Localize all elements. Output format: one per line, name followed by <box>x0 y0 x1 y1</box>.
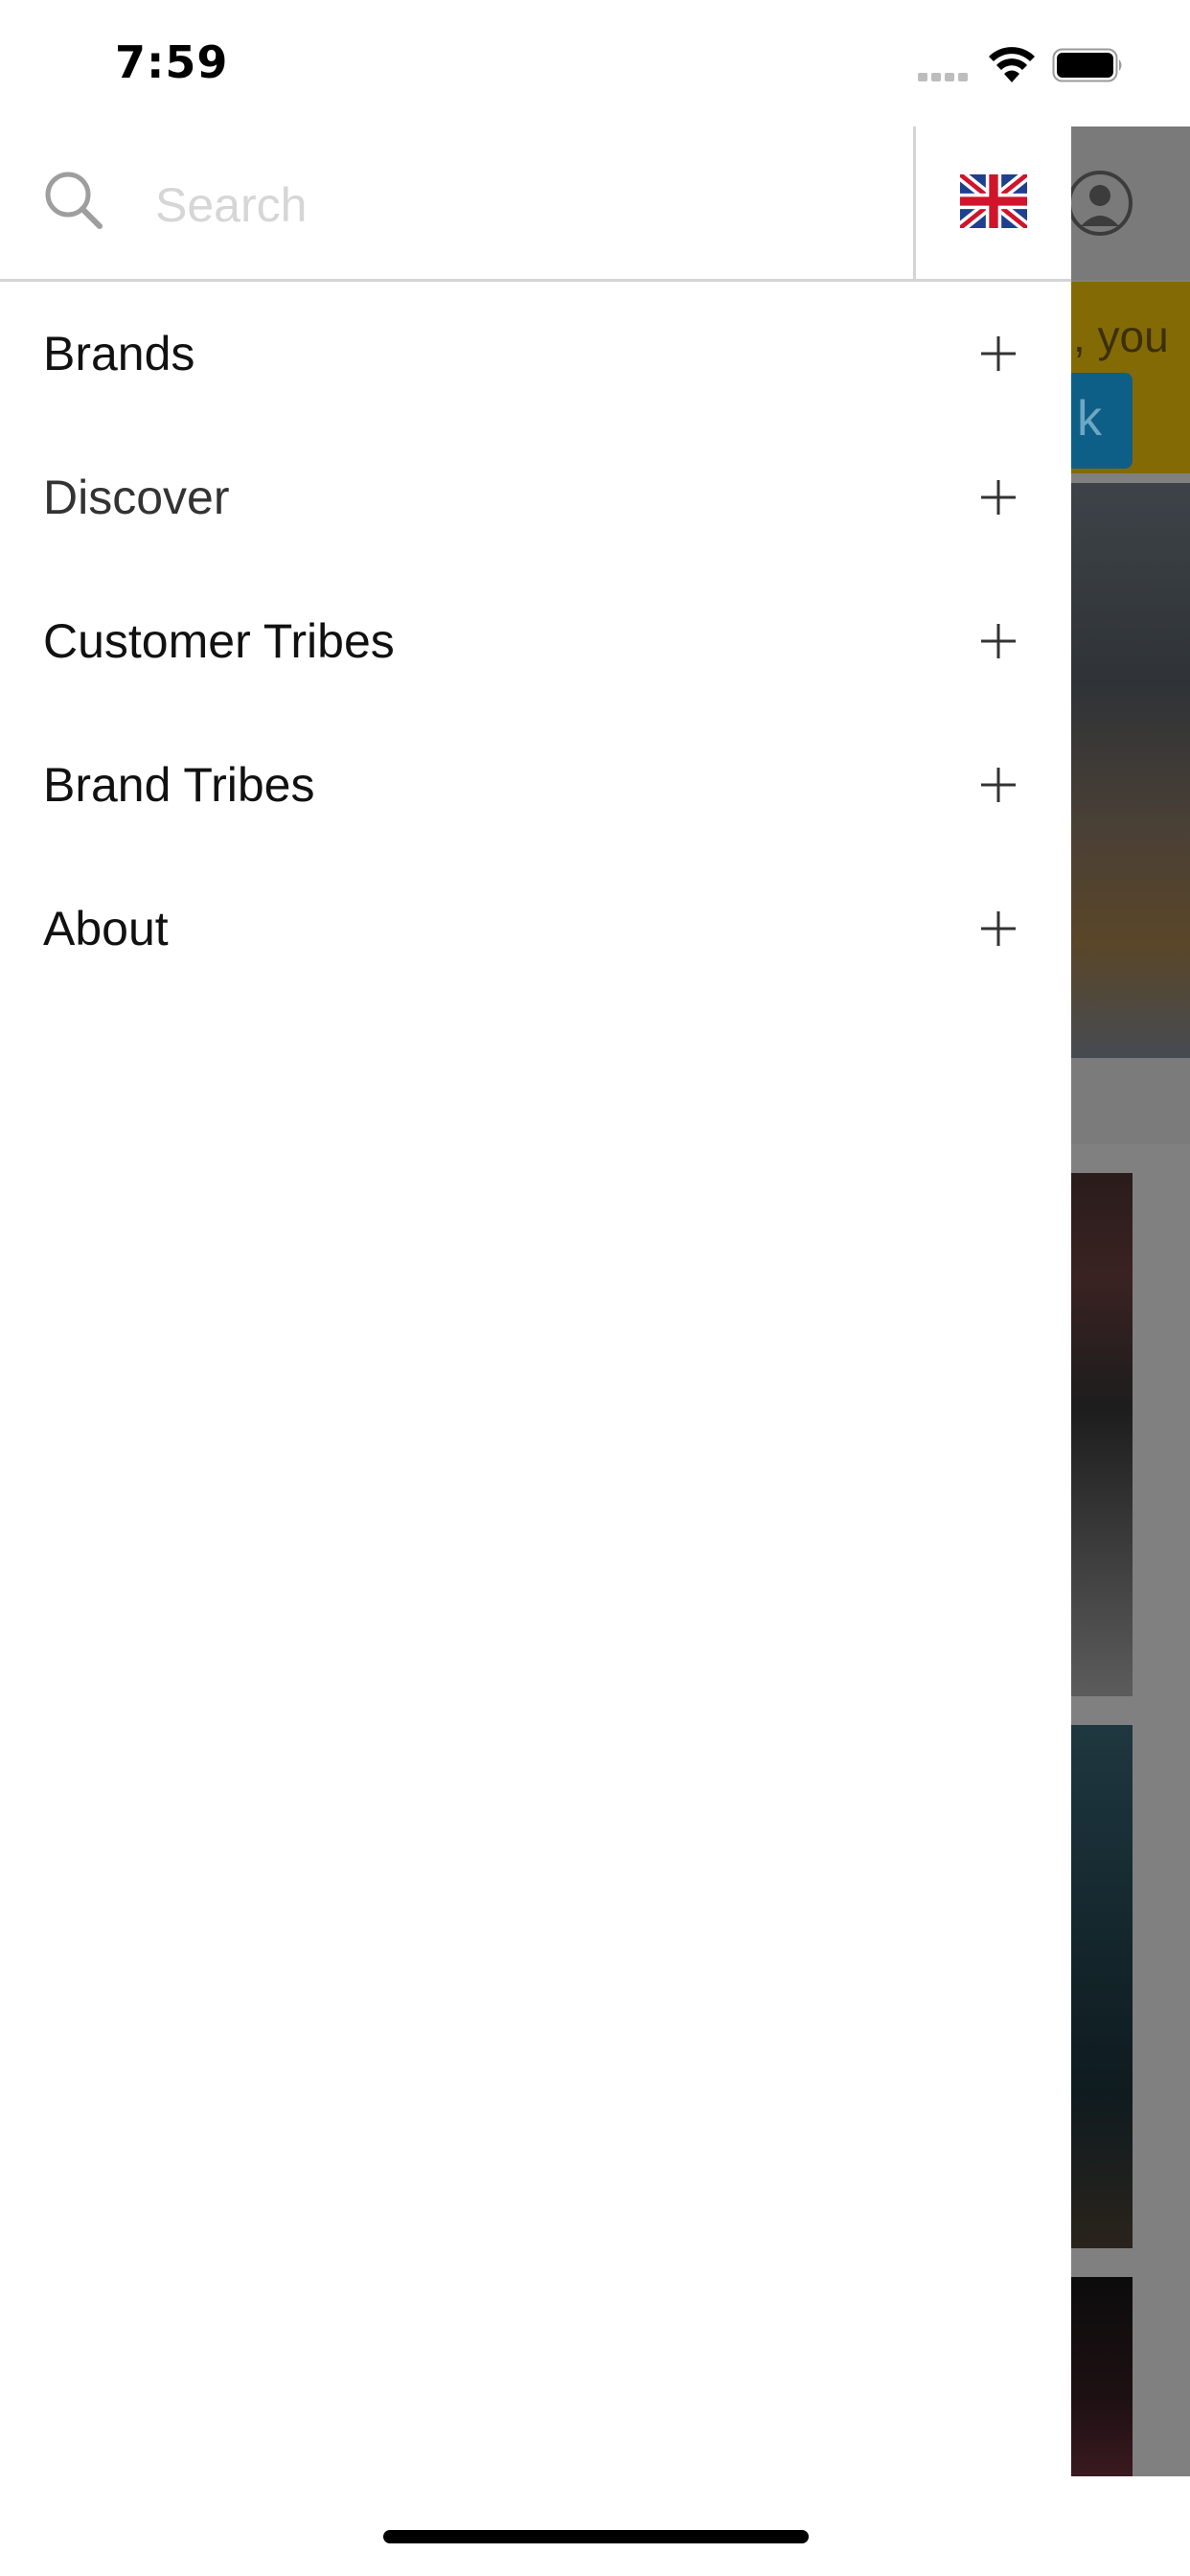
background-banner: , you k <box>1071 282 1190 473</box>
menu-item-label: Brand Tribes <box>43 758 315 812</box>
user-account-icon <box>1071 171 1133 236</box>
wifi-icon <box>989 47 1035 82</box>
status-bar: 7:59 <box>0 0 1190 126</box>
background-card-image <box>1071 1725 1133 2248</box>
status-time: 7:59 <box>115 36 229 88</box>
plus-icon[interactable] <box>979 622 1018 660</box>
background-team-photo <box>1071 483 1190 1058</box>
background-banner-text: , you <box>1073 311 1169 361</box>
menu-item-brand-tribes[interactable]: Brand Tribes <box>0 713 1071 857</box>
navigation-menu: Brands Discover Customer Tribes Brand Tr… <box>0 282 1071 1000</box>
search-icon <box>45 172 103 229</box>
vertical-divider <box>913 126 916 282</box>
plus-icon[interactable] <box>979 766 1018 804</box>
uk-flag-icon[interactable] <box>960 174 1027 228</box>
menu-item-discover[interactable]: Discover <box>0 426 1071 569</box>
background-card-image <box>1071 2277 1133 2476</box>
battery-icon <box>1052 48 1122 82</box>
background-banner-button-label: k <box>1077 391 1102 447</box>
plus-icon[interactable] <box>979 478 1018 517</box>
background-card-image <box>1071 1173 1133 1696</box>
plus-icon[interactable] <box>979 909 1018 948</box>
menu-item-label: Customer Tribes <box>43 614 395 668</box>
background-divider <box>1071 1058 1190 1144</box>
background-banner-button: k <box>1071 373 1133 469</box>
menu-item-about[interactable]: About <box>0 857 1071 1000</box>
plus-icon[interactable] <box>979 334 1018 373</box>
search-input[interactable] <box>155 167 903 243</box>
search-bar <box>0 126 1071 282</box>
menu-item-brands[interactable]: Brands <box>0 282 1071 426</box>
menu-item-label: About <box>43 902 169 955</box>
background-page-overlay[interactable]: , you k <box>1071 126 1190 2476</box>
home-indicator[interactable] <box>383 2530 809 2543</box>
menu-item-label: Brands <box>43 327 195 380</box>
menu-item-customer-tribes[interactable]: Customer Tribes <box>0 569 1071 713</box>
menu-item-label: Discover <box>43 471 230 524</box>
cellular-signal-icon <box>918 69 975 81</box>
side-drawer: Brands Discover Customer Tribes Brand Tr… <box>0 126 1071 2576</box>
